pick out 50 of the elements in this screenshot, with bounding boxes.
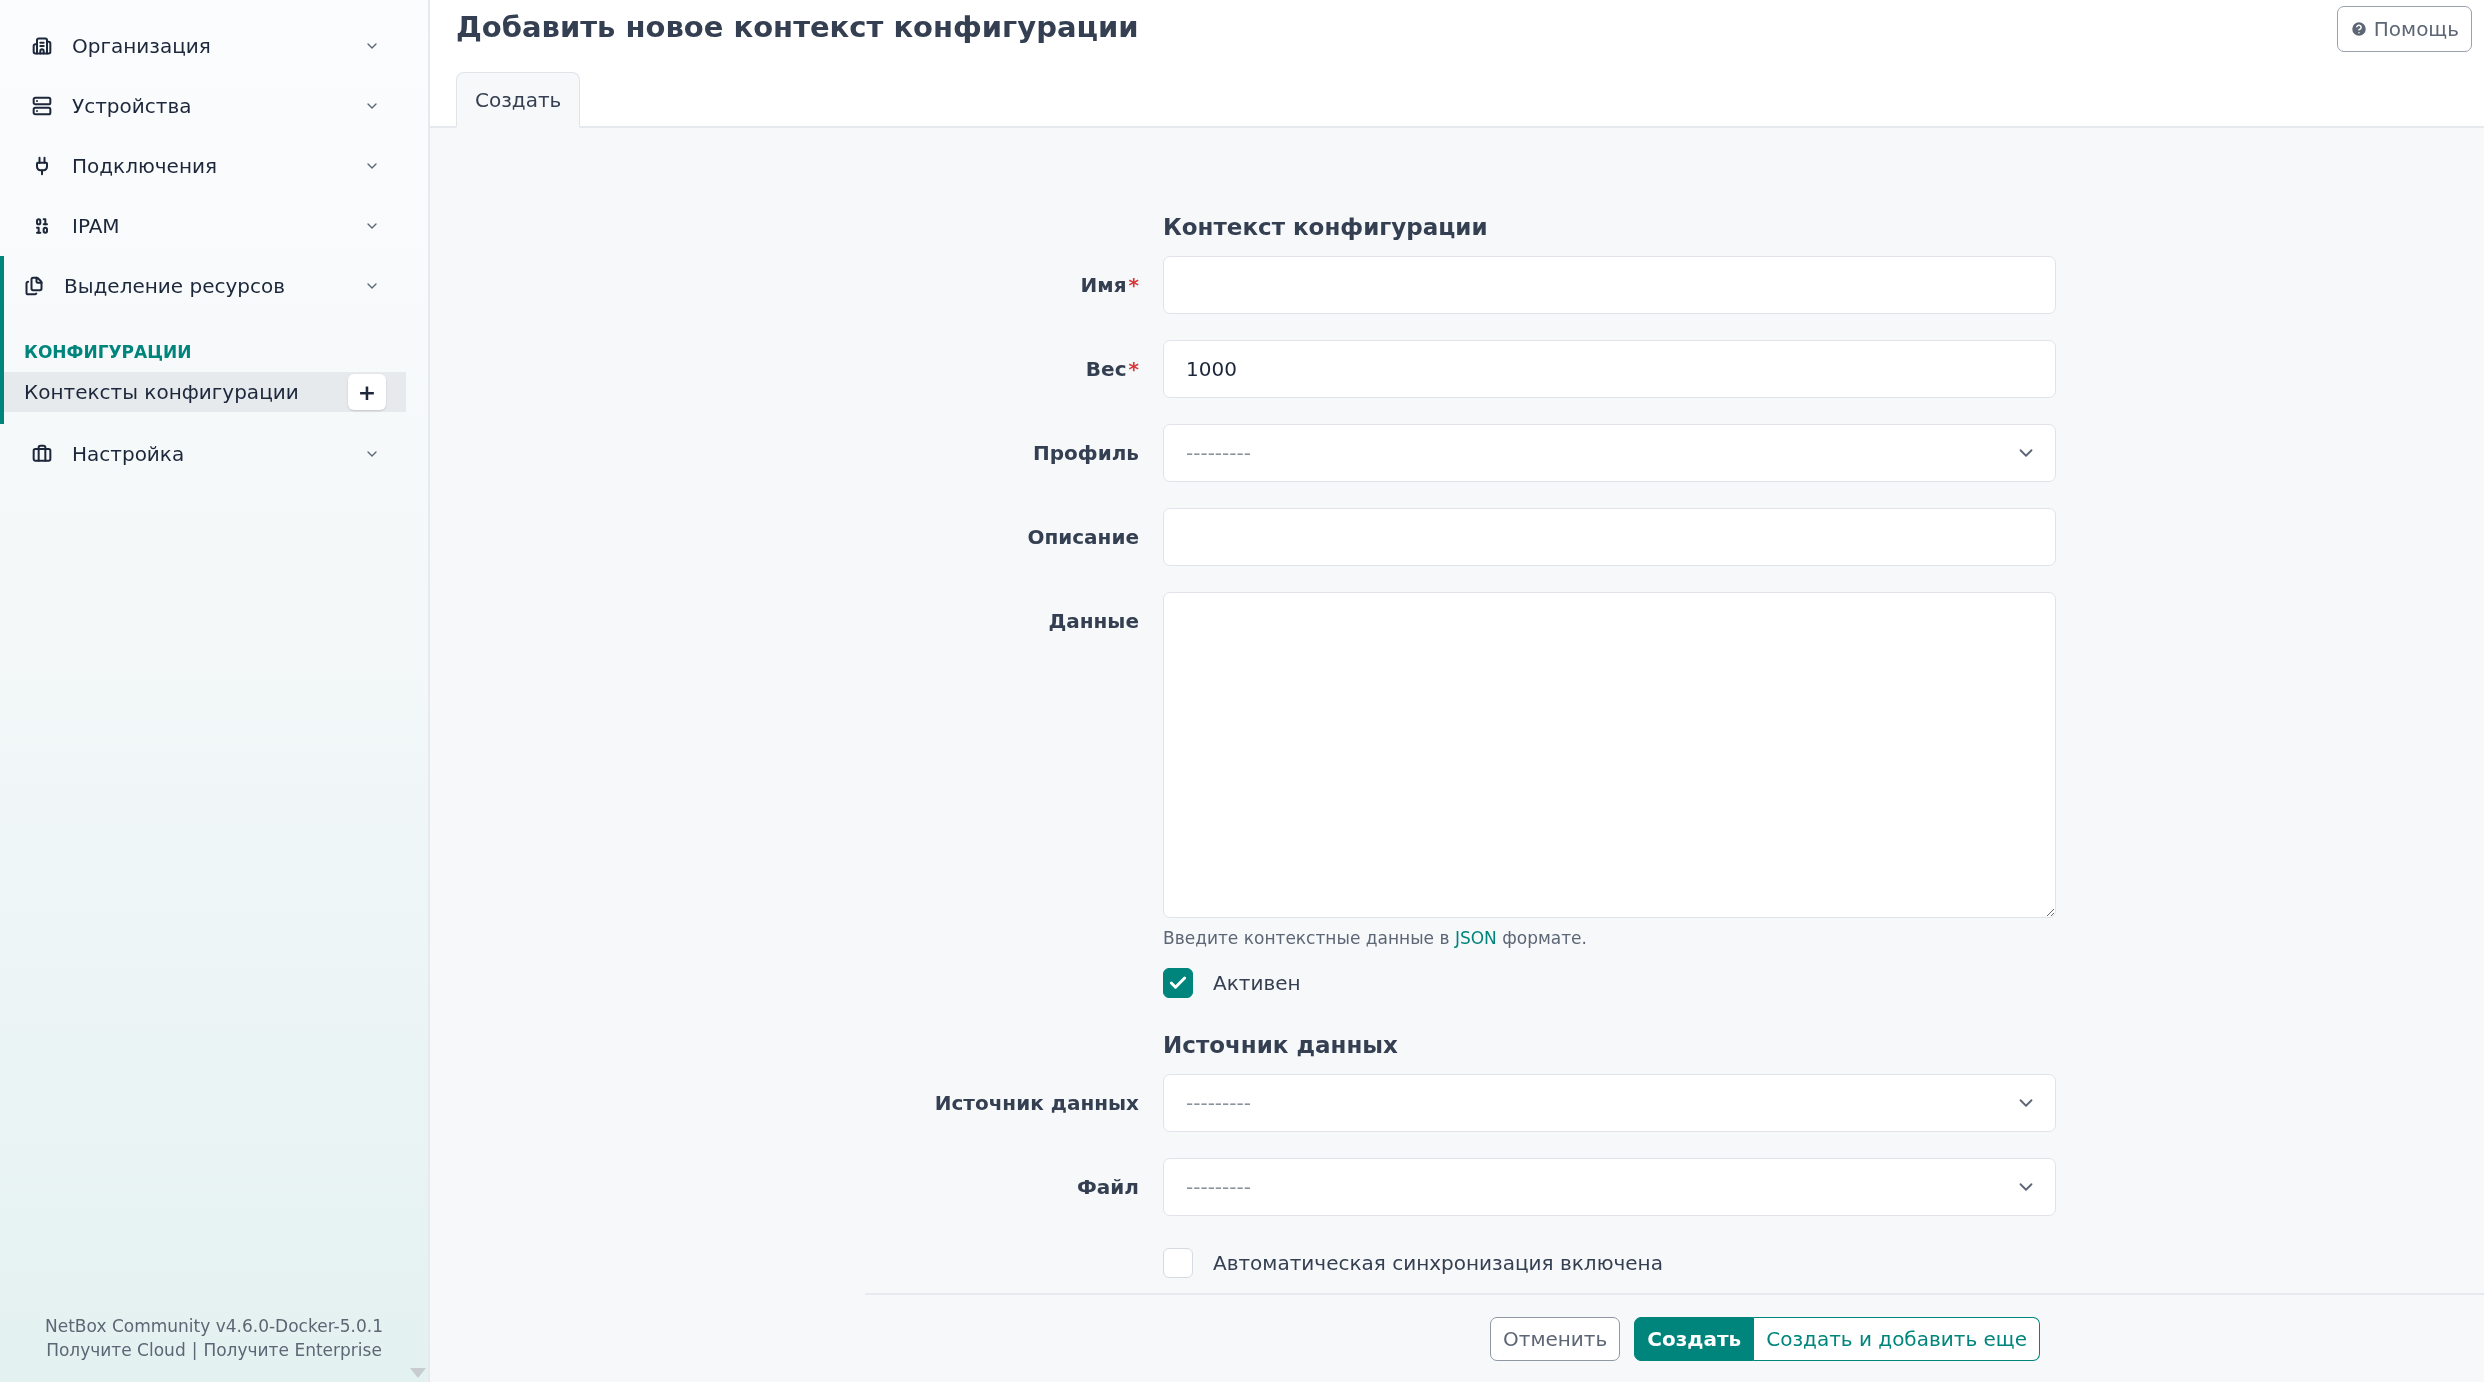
field-label: Источник данных	[933, 1090, 1139, 1115]
text-input[interactable]	[1163, 256, 2056, 314]
field-label: Профиль	[1032, 440, 1139, 465]
sidebar-menu-item[interactable]: Выделение ресурсов	[4, 256, 406, 316]
files-icon	[24, 276, 44, 296]
checkbox-label: Автоматическая синхронизация включена	[1213, 1251, 1663, 1275]
menu-label: Организация	[72, 34, 212, 58]
sidebar-link[interactable]: Контексты конфигурации +	[4, 372, 406, 412]
field-label: Описание	[1026, 524, 1139, 549]
outline-button[interactable]: Создать и добавить еще	[1754, 1317, 2040, 1361]
field-label: Вес*	[1084, 356, 1139, 381]
field-label: Имя*	[1079, 272, 1139, 297]
section-title: Источник данных	[1163, 1032, 1399, 1058]
help-button[interactable]: Помощь	[2336, 6, 2472, 52]
checkbox-label: Активен	[1213, 971, 1301, 995]
json-link[interactable]: JSON	[1454, 928, 1497, 948]
tab[interactable]: Создать	[456, 72, 581, 128]
cloud-link[interactable]: Получите Cloud	[46, 1340, 186, 1360]
menu-label: Выделение ресурсов	[64, 274, 286, 298]
server-icon	[32, 96, 52, 116]
field-label: Данные	[1047, 608, 1139, 633]
menu-label: Настройка	[72, 442, 186, 466]
add-button[interactable]: +	[348, 374, 386, 410]
menu-label: Устройства	[72, 94, 193, 118]
checkbox[interactable]	[1163, 968, 1193, 998]
sidebar-menu-item[interactable]: Организация	[8, 16, 406, 76]
sidebar-section-heading: КОНФИГУРАЦИИ	[23, 341, 193, 364]
separator-text: |	[191, 1340, 198, 1360]
menu-label: IPAM	[72, 214, 121, 238]
page-title: Добавить новое контекст конфигурации	[456, 10, 1139, 44]
text-input[interactable]: 1000	[1163, 340, 2056, 398]
help-text: Введите контекстные данные в JSON формате.	[1163, 928, 1588, 948]
scroll-down-icon[interactable]	[410, 1368, 426, 1378]
text-input[interactable]	[1163, 508, 2056, 566]
textarea-field[interactable]	[1163, 592, 2056, 918]
section-title: Контекст конфигурации	[1163, 214, 1489, 240]
sidebar-menu-item[interactable]: Подключения	[8, 136, 406, 196]
secondary-button[interactable]: Отменить	[1490, 1317, 1621, 1361]
building-icon	[32, 36, 52, 56]
sidebar-menu-item[interactable]: Настройка	[8, 424, 406, 484]
menu-label: Подключения	[72, 154, 219, 178]
primary-button[interactable]: Создать	[1634, 1317, 1755, 1361]
sidebar-menu-item[interactable]: IPAM	[8, 196, 406, 256]
version-text: NetBox Community v4.6.0-Docker-5.0.1	[45, 1316, 383, 1336]
enterprise-link[interactable]: Получите Enterprise	[203, 1340, 382, 1360]
help-icon	[2349, 20, 2368, 38]
sidebar-menu-item[interactable]: Устройства	[8, 76, 406, 136]
field-label: Файл	[1076, 1174, 1139, 1199]
briefcase-icon	[32, 444, 52, 464]
link-label: Контексты конфигурации	[24, 380, 300, 404]
